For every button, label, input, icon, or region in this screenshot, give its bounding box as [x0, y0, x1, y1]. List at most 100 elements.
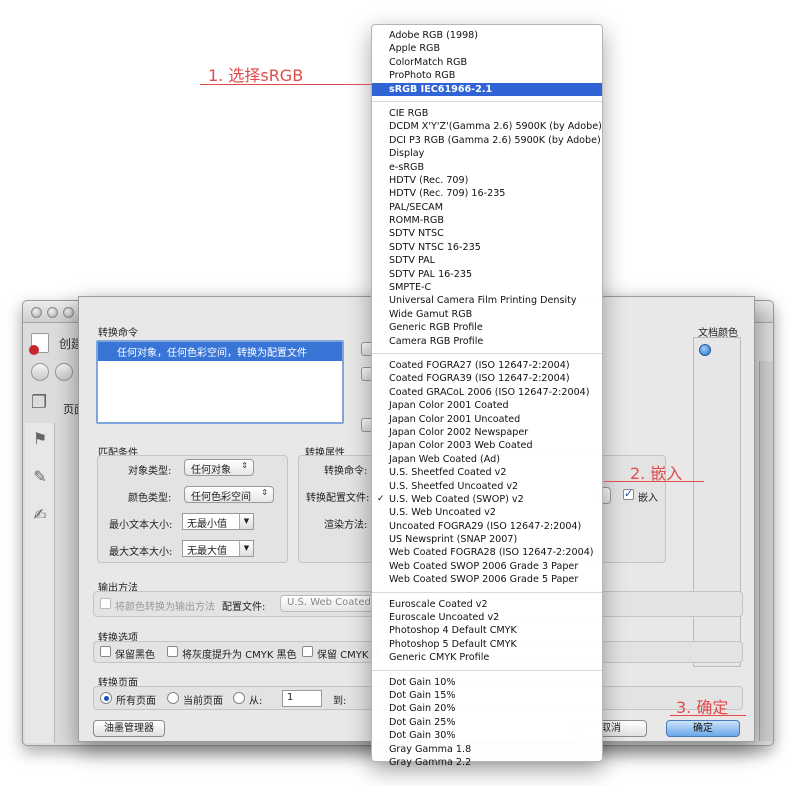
menu-item[interactable]: Camera RGB Profile: [372, 335, 602, 348]
max-text-size-combo[interactable]: 无最大值 ▼: [182, 540, 254, 557]
attachment-icon[interactable]: ✎: [32, 469, 48, 485]
min-text-size-combo[interactable]: 无最小值 ▼: [182, 513, 254, 530]
menu-item[interactable]: U.S. Web Uncoated v2: [372, 506, 602, 519]
menu-item[interactable]: Uncoated FOGRA29 (ISO 12647-2:2004): [372, 520, 602, 533]
page-range-radio[interactable]: [233, 692, 245, 704]
menu-separator: [372, 591, 602, 593]
signature-icon[interactable]: ✍: [32, 507, 48, 523]
menu-item[interactable]: ProPhoto RGB: [372, 69, 602, 82]
all-pages-label: 所有页面: [116, 696, 156, 707]
menu-item[interactable]: Dot Gain 10%: [372, 676, 602, 689]
menu-item[interactable]: Dot Gain 30%: [372, 729, 602, 742]
convert-to-output-checkbox[interactable]: [100, 598, 111, 609]
current-page-radio[interactable]: [167, 692, 179, 704]
menu-item[interactable]: HDTV (Rec. 709) 16-235: [372, 187, 602, 200]
bookmark-icon[interactable]: ⚑: [32, 431, 48, 447]
output-config-popup[interactable]: U.S. Web Coated (SW: [280, 595, 394, 612]
min-text-size-label: 最小文本大小:: [109, 520, 173, 531]
menu-item[interactable]: ROMM-RGB: [372, 214, 602, 227]
keep-cmyk-checkbox[interactable]: [302, 646, 313, 657]
menu-item[interactable]: DCDM X'Y'Z'(Gamma 2.6) 5900K (by Adobe): [372, 120, 602, 133]
menu-item[interactable]: Japan Color 2002 Newspaper: [372, 426, 602, 439]
color-type-label: 颜色类型:: [128, 493, 172, 504]
menu-item[interactable]: Euroscale Coated v2: [372, 598, 602, 611]
annotation-step3-underline: [670, 715, 746, 716]
forward-icon[interactable]: [55, 363, 73, 381]
convert-command-label: 转换命令:: [324, 466, 368, 477]
menu-separator: [372, 352, 602, 354]
menu-item[interactable]: Photoshop 4 Default CMYK: [372, 624, 602, 637]
menu-item[interactable]: Coated FOGRA39 (ISO 12647-2:2004): [372, 372, 602, 385]
menu-item[interactable]: sRGB IEC61966-2.1: [372, 82, 602, 96]
menu-item[interactable]: U.S. Sheetfed Uncoated v2: [372, 480, 602, 493]
menu-item[interactable]: SDTV NTSC 16-235: [372, 241, 602, 254]
object-type-label: 对象类型:: [128, 466, 172, 477]
menu-item[interactable]: e-sRGB: [372, 161, 602, 174]
list-item[interactable]: 任何对象，任何色彩空间，转换为配置文件: [98, 342, 342, 361]
ok-button[interactable]: 确定: [666, 720, 740, 737]
minimize-window-button[interactable]: [47, 307, 58, 318]
menu-item[interactable]: Dot Gain 25%: [372, 716, 602, 729]
menu-item[interactable]: Adobe RGB (1998): [372, 29, 602, 42]
object-type-popup[interactable]: 任何对象 ⇕: [184, 459, 254, 476]
menu-item[interactable]: Generic CMYK Profile: [372, 651, 602, 664]
all-pages-radio[interactable]: [100, 692, 112, 704]
menu-item[interactable]: HDTV (Rec. 709): [372, 174, 602, 187]
menu-item[interactable]: ColorMatch RGB: [372, 56, 602, 69]
menu-item[interactable]: SDTV PAL 16-235: [372, 268, 602, 281]
menu-item[interactable]: Wide Gamut RGB: [372, 308, 602, 321]
zoom-window-button[interactable]: [63, 307, 74, 318]
menu-item[interactable]: U.S. Sheetfed Coated v2: [372, 466, 602, 479]
menu-item[interactable]: SDTV PAL: [372, 254, 602, 267]
pages-panel-icon[interactable]: ❐: [31, 394, 47, 412]
menu-item[interactable]: Gray Gamma 2.2: [372, 756, 602, 769]
menu-item[interactable]: Universal Camera Film Printing Density: [372, 294, 602, 307]
ink-manager-button[interactable]: 油墨管理器: [93, 720, 165, 737]
back-icon[interactable]: [31, 363, 49, 381]
menu-item[interactable]: Web Coated SWOP 2006 Grade 5 Paper: [372, 573, 602, 586]
from-page-field[interactable]: 1: [282, 690, 322, 707]
menu-item[interactable]: Japan Color 2001 Uncoated: [372, 413, 602, 426]
menu-item[interactable]: Dot Gain 15%: [372, 689, 602, 702]
annotation-step1: 1. 选择sRGB: [208, 66, 304, 85]
to-label: 到:: [333, 696, 347, 707]
menu-item[interactable]: Apple RGB: [372, 42, 602, 55]
promote-gray-checkbox[interactable]: [167, 646, 178, 657]
menu-item[interactable]: PAL/SECAM: [372, 201, 602, 214]
menu-item[interactable]: U.S. Web Coated (SWOP) v2: [372, 493, 602, 507]
menu-item[interactable]: Japan Web Coated (Ad): [372, 453, 602, 466]
menu-item[interactable]: Photoshop 5 Default CMYK: [372, 638, 602, 651]
keep-black-label: 保留黑色: [115, 650, 155, 661]
profile-dropdown-menu[interactable]: Adobe RGB (1998) Apple RGB ColorMatch RGB P…: [371, 24, 603, 768]
rendering-method-label: 渲染方法:: [324, 520, 368, 531]
menu-item[interactable]: DCI P3 RGB (Gamma 2.6) 5900K (by Adobe): [372, 134, 602, 147]
keep-black-checkbox[interactable]: [100, 646, 111, 657]
menu-item[interactable]: Japan Color 2001 Coated: [372, 399, 602, 412]
menu-item[interactable]: SDTV NTSC: [372, 227, 602, 240]
menu-item[interactable]: Japan Color 2003 Web Coated: [372, 439, 602, 452]
menu-item[interactable]: Web Coated SWOP 2006 Grade 3 Paper: [372, 560, 602, 573]
menu-item[interactable]: Coated FOGRA27 (ISO 12647-2:2004): [372, 359, 602, 372]
menu-item[interactable]: Display: [372, 147, 602, 160]
max-text-size-label: 最大文本大小:: [109, 547, 173, 558]
menu-item[interactable]: Dot Gain 20%: [372, 702, 602, 715]
menu-separator: [372, 669, 602, 671]
scrollbar[interactable]: [759, 361, 773, 741]
color-type-popup[interactable]: 任何色彩空间 ⇕: [184, 486, 274, 503]
menu-item[interactable]: SMPTE-C: [372, 281, 602, 294]
menu-item[interactable]: Web Coated FOGRA28 (ISO 12647-2:2004): [372, 546, 602, 559]
close-window-button[interactable]: [31, 307, 42, 318]
menu-item[interactable]: Gray Gamma 1.8: [372, 743, 602, 756]
document-colors-panel: [693, 337, 741, 667]
convert-commands-list[interactable]: 任何对象，任何色彩空间，转换为配置文件: [96, 340, 344, 424]
menu-item[interactable]: CIE RGB: [372, 107, 602, 120]
color-swatch-icon[interactable]: [699, 344, 711, 356]
convert-to-output-label: 将颜色转换为输出方法: [115, 602, 215, 613]
menu-item[interactable]: US Newsprint (SNAP 2007): [372, 533, 602, 546]
match-conditions-group: 对象类型: 任何对象 ⇕ 颜色类型: 任何色彩空间 ⇕ 最小文本大小: 无最小值 ▼ …: [97, 455, 288, 563]
menu-item[interactable]: Coated GRACoL 2006 (ISO 12647-2:2004): [372, 386, 602, 399]
acrobat-icon: [29, 333, 49, 355]
menu-item[interactable]: Generic RGB Profile: [372, 321, 602, 334]
embed-checkbox[interactable]: [623, 487, 634, 500]
menu-item[interactable]: Euroscale Uncoated v2: [372, 611, 602, 624]
